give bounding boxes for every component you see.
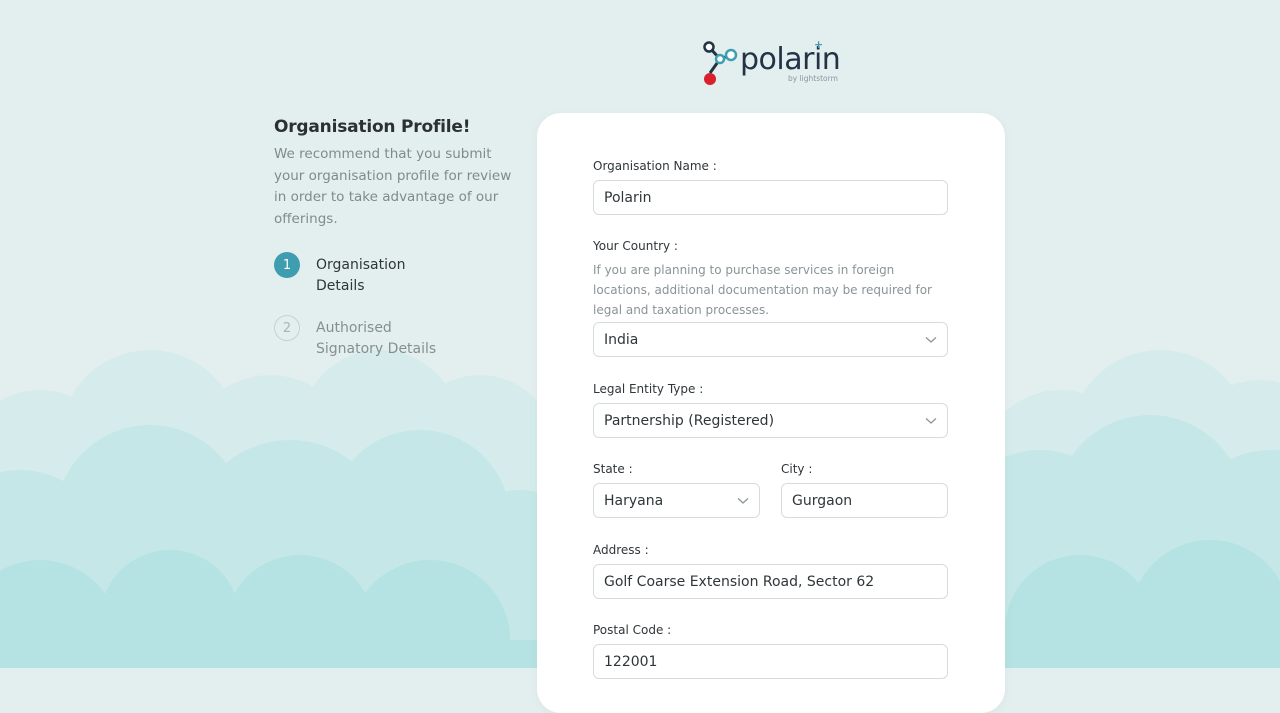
city-label: City : [781,462,813,476]
org-name-input[interactable]: Polarin [593,180,948,215]
legal-entity-select[interactable]: Partnership (Registered) [593,403,948,438]
legal-entity-value: Partnership (Registered) [604,412,775,429]
intro-panel: Organisation Profile! We recommend that … [274,116,514,378]
postal-code-label: Postal Code : [593,623,672,637]
city-input[interactable]: Gurgaon [781,483,948,518]
country-select[interactable]: India [593,322,948,357]
page-title: Organisation Profile! [274,117,471,137]
chevron-down-icon [925,336,937,343]
org-name-label: Organisation Name : [593,159,717,173]
address-value: Golf Coarse Extension Road, Sector 62 [604,573,875,590]
state-select[interactable]: Haryana [593,483,760,518]
stepper: 1 Organisation Details 2 Authorised Sign… [274,252,514,360]
step-number-badge: 1 [274,252,300,278]
postal-code-input[interactable]: 122001 [593,644,948,679]
country-value: India [604,331,639,348]
country-label: Your Country : [593,239,678,253]
step-organisation-details[interactable]: 1 Organisation Details [274,252,514,297]
step-number-badge: 2 [274,315,300,341]
brand-tagline: by lightstorm [788,74,838,83]
address-input[interactable]: Golf Coarse Extension Road, Sector 62 [593,564,948,599]
chevron-down-icon [925,417,937,424]
step-authorised-signatory[interactable]: 2 Authorised Signatory Details [274,315,514,360]
country-hint: If you are planning to purchase services… [593,263,932,317]
step-label: Organisation Details [316,257,406,294]
state-value: Haryana [604,492,664,509]
address-label: Address : [593,543,649,557]
step-label: Authorised Signatory Details [316,320,437,357]
state-label: State : [593,462,633,476]
organisation-form-card: Organisation Name : Polarin Your Country… [537,113,1005,713]
polarin-logo-mark-icon [703,41,738,85]
logo-plus-icon: + [814,38,824,51]
org-name-value: Polarin [604,189,652,206]
chevron-down-icon [737,497,749,504]
postal-code-value: 122001 [604,653,658,670]
city-value: Gurgaon [792,492,853,509]
page-description: We recommend that you submit your organi… [274,146,512,227]
brand-name: polarin [740,42,841,77]
legal-entity-label: Legal Entity Type : [593,382,704,396]
polarin-logo: polarin + by lightstorm [702,38,842,90]
